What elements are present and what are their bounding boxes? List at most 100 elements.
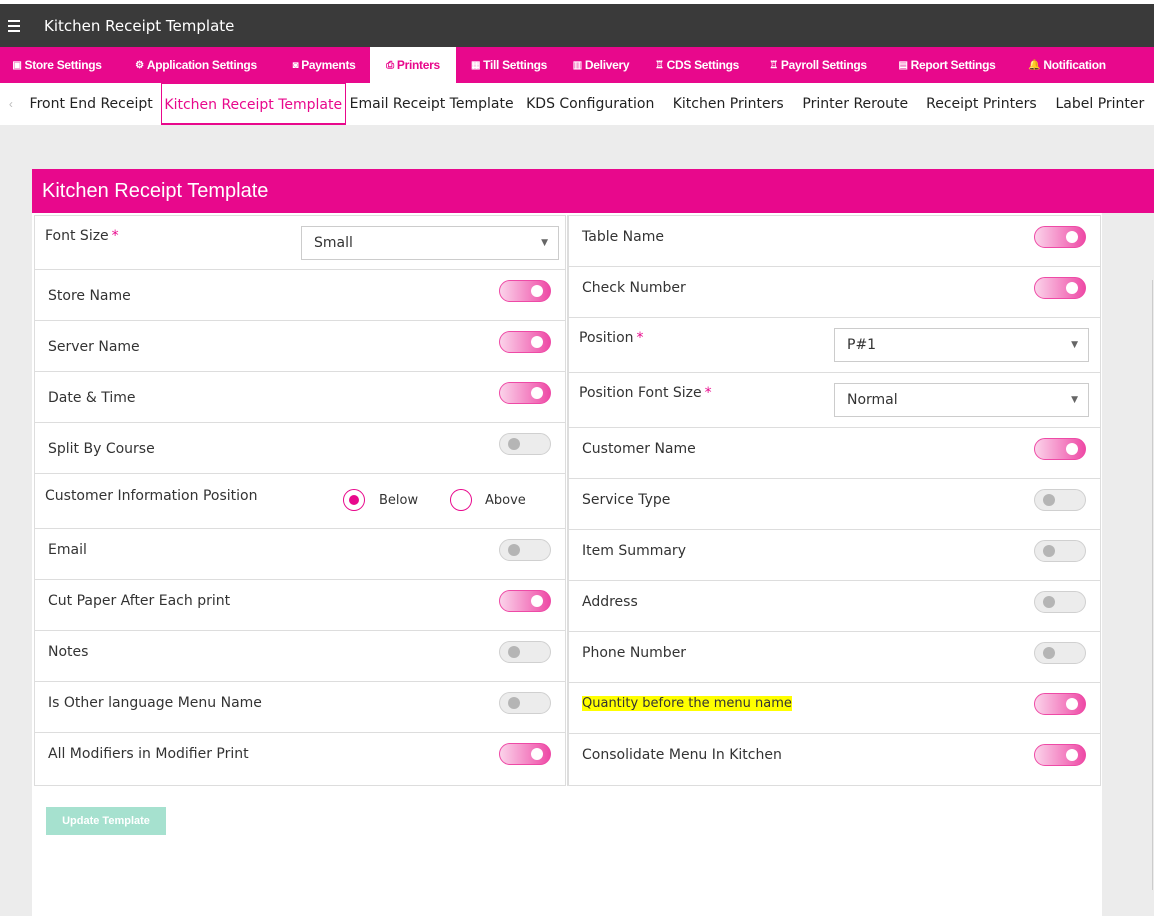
split-by-course-toggle[interactable] [499,433,551,455]
below-radio[interactable] [343,489,365,511]
check-number-toggle[interactable] [1034,277,1086,299]
email-label: Email [48,542,87,558]
all-modifiers-label: All Modifiers in Modifier Print [48,746,249,762]
other-language-toggle[interactable] [499,692,551,714]
font-size-select[interactable]: Small ▼ [301,226,559,260]
table-name-toggle[interactable] [1034,226,1086,248]
other-language-label: Is Other language Menu Name [48,695,262,711]
main-tab-payroll-settings[interactable]: ♖ Payroll Settings [754,47,882,83]
caret-down-icon: ▼ [1071,340,1078,350]
sub-tab-printer-reroute[interactable]: Printer Reroute [793,83,917,125]
quantity-before-label: Quantity before the menu name [582,696,792,711]
delivery-icon: ▥ [572,59,582,71]
cut-paper-row: Cut Paper After Each print [35,580,565,631]
main-tab-payments[interactable]: ◙ Payments [278,47,370,83]
chevron-left-icon[interactable]: ‹ [0,83,22,125]
store-name-toggle[interactable] [499,280,551,302]
service-type-label: Service Type [582,492,671,508]
check-number-label: Check Number [582,280,686,296]
panel-title: Kitchen Receipt Template [32,169,1154,213]
phone-number-label: Phone Number [582,645,687,661]
sub-tab-receipt-printers[interactable]: Receipt Printers [917,83,1045,125]
main-tab-store-settings[interactable]: ▣ Store Settings [0,47,114,83]
sub-tab-kds-configuration[interactable]: KDS Configuration [517,83,663,125]
main-tab-till-settings[interactable]: ▦ Till Settings [456,47,562,83]
customer-name-row: Customer Name [569,428,1100,479]
hamburger-menu-icon[interactable] [8,17,28,35]
consolidate-menu-toggle[interactable] [1034,744,1086,766]
item-summary-row: Item Summary [569,530,1100,581]
notes-row: Notes [35,631,565,682]
required-asterisk: * [704,385,712,401]
gears-icon: ⚙ [135,59,144,71]
display-icon: ♖ [654,59,664,71]
scrollbar-track[interactable] [1152,280,1153,890]
email-row: Email [35,529,565,580]
sub-tab-kitchen-receipt-template[interactable]: Kitchen Receipt Template [160,83,347,125]
notes-toggle[interactable] [499,641,551,663]
address-row: Address [569,581,1100,632]
bell-icon: 🔔 [1028,59,1041,71]
customer-info-position-label: Customer Information Position [45,488,258,504]
table-name-label: Table Name [582,229,664,245]
main-tab-application-settings[interactable]: ⚙ Application Settings [114,47,278,83]
main-tab-cds-settings[interactable]: ♖ CDS Settings [640,47,754,83]
main-tab-report-settings[interactable]: ▤ Report Settings [882,47,1012,83]
update-template-button[interactable]: Update Template [46,807,166,835]
check-number-row: Check Number [569,267,1100,318]
consolidate-menu-row: Consolidate Menu In Kitchen [569,734,1100,785]
printer-icon: ⎙ [386,59,394,71]
all-modifiers-toggle[interactable] [499,743,551,765]
server-name-label: Server Name [48,339,140,355]
payroll-icon: ♖ [769,59,778,71]
position-value: P#1 [847,337,877,353]
quantity-before-toggle[interactable] [1034,693,1086,715]
cut-paper-toggle[interactable] [499,590,551,612]
item-summary-toggle[interactable] [1034,540,1086,562]
quantity-before-row: Quantity before the menu name [569,683,1100,734]
right-settings-column: Table Name Check Number Position * P#1 ▼ … [567,215,1101,786]
required-asterisk: * [111,228,119,244]
all-modifiers-row: All Modifiers in Modifier Print [35,733,565,785]
store-name-label: Store Name [48,288,131,304]
sub-tab-label-printer[interactable]: Label Printer [1045,83,1154,125]
server-name-toggle[interactable] [499,331,551,353]
main-nav: ▣ Store Settings ⚙ Application Settings ◙ P… [0,47,1154,83]
position-select[interactable]: P#1 ▼ [834,328,1089,362]
main-tab-delivery[interactable]: ▥ Delivery [562,47,640,83]
phone-number-row: Phone Number [569,632,1100,683]
customer-info-position-row: Customer Information Position Below Abov… [35,474,565,529]
position-font-size-select[interactable]: Normal ▼ [834,383,1089,417]
server-name-row: Server Name [35,321,565,372]
customer-name-toggle[interactable] [1034,438,1086,460]
sub-nav: ‹ Front End Receipt Kitchen Receipt Temp… [0,83,1154,125]
date-time-toggle[interactable] [499,382,551,404]
position-row: Position * P#1 ▼ [569,318,1100,373]
main-tab-notification[interactable]: 🔔 Notification [1012,47,1122,83]
service-type-toggle[interactable] [1034,489,1086,511]
table-name-row: Table Name [569,216,1100,267]
date-time-row: Date & Time [35,372,565,423]
phone-number-toggle[interactable] [1034,642,1086,664]
sub-tab-kitchen-printers[interactable]: Kitchen Printers [663,83,793,125]
consolidate-menu-label: Consolidate Menu In Kitchen [582,747,782,763]
date-time-label: Date & Time [48,390,136,406]
store-name-row: Store Name [35,270,565,321]
sub-tab-front-end-receipt[interactable]: Front End Receipt [22,83,161,125]
font-size-value: Small [314,235,353,251]
address-toggle[interactable] [1034,591,1086,613]
main-tab-printers[interactable]: ⎙ Printers [370,47,456,83]
top-bar-title: Kitchen Receipt Template [44,16,235,35]
sub-tab-email-receipt-template[interactable]: Email Receipt Template [346,83,517,125]
till-icon: ▦ [470,59,481,71]
above-radio-label: Above [485,493,526,508]
position-font-size-value: Normal [847,392,898,408]
item-summary-label: Item Summary [582,543,686,559]
position-label: Position [579,330,634,346]
caret-down-icon: ▼ [1071,395,1078,405]
email-toggle[interactable] [499,539,551,561]
above-radio[interactable] [450,489,472,511]
store-icon: ▣ [12,59,22,71]
below-radio-label: Below [379,493,419,508]
split-by-course-row: Split By Course [35,423,565,474]
